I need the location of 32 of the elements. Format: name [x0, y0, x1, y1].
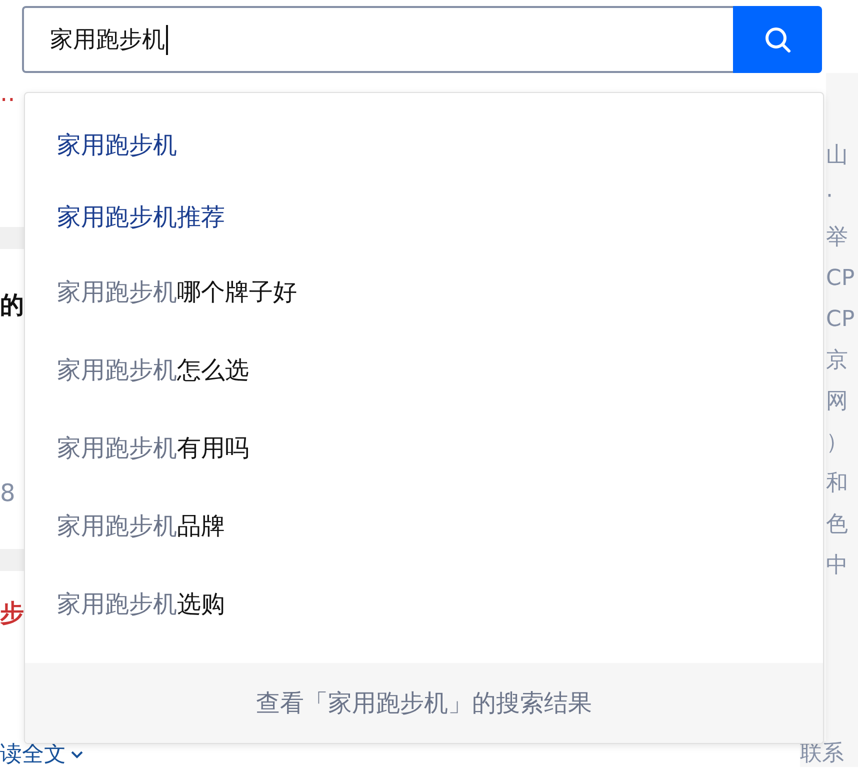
- background-text: ）: [826, 430, 849, 456]
- background-text: 步: [0, 598, 24, 629]
- background-text: 和: [826, 471, 849, 497]
- background-text: ..: [0, 79, 16, 109]
- divider-band: [0, 549, 24, 571]
- suggestion-item[interactable]: 家用跑步机哪个牌子好: [25, 253, 823, 331]
- background-text: 中: [826, 553, 849, 579]
- background-text: ·: [826, 184, 834, 210]
- background-text: CP: [826, 266, 856, 292]
- chevron-down-icon: [70, 750, 84, 760]
- suggestion-item[interactable]: 家用跑步机选购: [25, 565, 823, 643]
- text-cursor: [166, 24, 168, 54]
- background-text: 的: [0, 290, 24, 321]
- search-text: 家用跑步机: [50, 26, 165, 55]
- search-button[interactable]: [733, 6, 822, 73]
- suggestion-item[interactable]: 家用跑步机有用吗: [25, 409, 823, 487]
- suggestion-item[interactable]: 家用跑步机怎么选: [25, 331, 823, 409]
- search-icon: [762, 24, 792, 54]
- background-text: 色: [826, 512, 849, 538]
- view-results-link[interactable]: 查看「家用跑步机」的搜索结果: [25, 663, 823, 743]
- divider-band: [0, 227, 24, 249]
- background-text: 网: [826, 389, 849, 415]
- suggestion-item[interactable]: 家用跑步机推荐: [25, 181, 823, 253]
- read-more-link[interactable]: 读全文: [0, 743, 84, 767]
- background-text: 山: [826, 143, 849, 169]
- background-text: 京: [826, 348, 849, 374]
- suggestion-item[interactable]: 家用跑步机品牌: [25, 487, 823, 565]
- background-text: 举: [826, 225, 849, 251]
- suggestion-item[interactable]: 家用跑步机: [25, 109, 823, 181]
- search-field[interactable]: 家用跑步机: [22, 6, 733, 73]
- background-text: CP: [826, 307, 856, 333]
- background-text: 8: [0, 479, 16, 507]
